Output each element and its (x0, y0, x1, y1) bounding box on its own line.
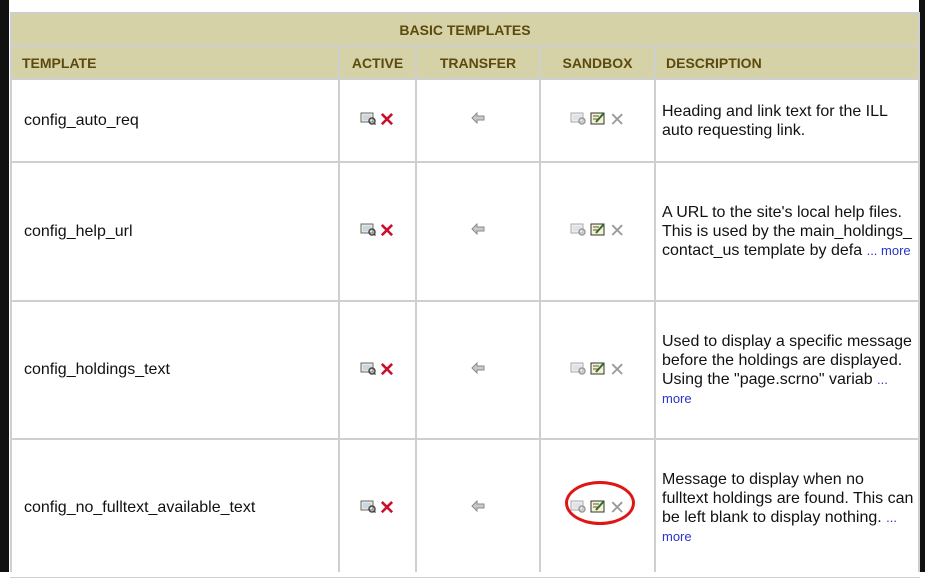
template-name: config_auto_req (10, 78, 340, 163)
header-sandbox: SANDBOX (539, 45, 656, 80)
description-text: Heading and link text for the ILL auto r… (662, 102, 888, 139)
sandbox-actions: ✕ (539, 78, 656, 163)
header-active: ACTIVE (338, 45, 417, 80)
active-actions: ✕ (338, 438, 417, 578)
edit-icon[interactable] (590, 111, 606, 130)
table-title-row: BASIC TEMPLATES (10, 12, 920, 47)
template-description: A URL to the site's local help files. Th… (654, 161, 920, 302)
sandbox-actions: ✕ (539, 161, 656, 302)
active-actions: ✕ (338, 78, 417, 163)
sandbox-actions: ✕ (539, 438, 656, 578)
preview-icon[interactable] (570, 499, 586, 518)
edit-icon[interactable] (590, 499, 606, 518)
header-description: DESCRIPTION (654, 45, 920, 80)
delete-x-icon[interactable]: ✕ (609, 498, 625, 519)
active-actions: ✕ (338, 161, 417, 302)
header-transfer: TRANSFER (415, 45, 541, 80)
left-arrow-icon[interactable] (471, 499, 485, 517)
delete-x-icon[interactable]: ✕ (379, 498, 395, 519)
transfer-cell (415, 300, 541, 440)
table-title: BASIC TEMPLATES (10, 12, 920, 47)
left-arrow-icon[interactable] (471, 361, 485, 379)
template-description: Heading and link text for the ILL auto r… (654, 78, 920, 163)
preview-icon[interactable] (570, 361, 586, 380)
transfer-cell (415, 438, 541, 578)
table-row: config_help_url ✕ ✕ A URL to the site's … (10, 161, 920, 302)
preview-icon[interactable] (360, 111, 377, 130)
delete-x-icon[interactable]: ✕ (379, 221, 395, 242)
template-description: Message to display when no fulltext hold… (654, 438, 920, 578)
table-row: config_holdings_text ✕ ✕ Used to display… (10, 300, 920, 440)
table-header-row: TEMPLATE ACTIVE TRANSFER SANDBOX DESCRIP… (10, 45, 920, 80)
description-text: Used to display a specific message befor… (662, 333, 912, 388)
left-arrow-icon[interactable] (471, 111, 485, 129)
delete-x-icon[interactable]: ✕ (379, 360, 395, 381)
sandbox-actions: ✕ (539, 300, 656, 440)
table-row: config_auto_req ✕ ✕ Heading and link tex… (10, 78, 920, 163)
more-link[interactable]: ... more (867, 243, 911, 258)
template-name: config_help_url (10, 161, 340, 302)
delete-x-icon[interactable]: ✕ (609, 221, 625, 242)
edit-icon[interactable] (590, 222, 606, 241)
templates-table: BASIC TEMPLATES TEMPLATE ACTIVE TRANSFER… (10, 12, 920, 578)
header-template: TEMPLATE (10, 45, 340, 80)
delete-x-icon[interactable]: ✕ (609, 110, 625, 131)
active-actions: ✕ (338, 300, 417, 440)
left-arrow-icon[interactable] (471, 222, 485, 240)
preview-icon[interactable] (570, 222, 586, 241)
preview-icon[interactable] (360, 222, 377, 241)
template-name: config_no_fulltext_available_text (10, 438, 340, 578)
delete-x-icon[interactable]: ✕ (379, 110, 395, 131)
template-description: Used to display a specific message befor… (654, 300, 920, 440)
description-text: Message to display when no fulltext hold… (662, 471, 914, 526)
bottom-strip (0, 572, 925, 577)
template-name: config_holdings_text (10, 300, 340, 440)
window-frame: BASIC TEMPLATES TEMPLATE ACTIVE TRANSFER… (0, 0, 925, 578)
table-row: config_no_fulltext_available_text ✕ ✕ Me… (10, 438, 920, 578)
edit-icon[interactable] (590, 361, 606, 380)
preview-icon[interactable] (360, 499, 377, 518)
left-border (0, 0, 9, 577)
transfer-cell (415, 78, 541, 163)
transfer-cell (415, 161, 541, 302)
preview-icon[interactable] (570, 111, 586, 130)
preview-icon[interactable] (360, 361, 377, 380)
delete-x-icon[interactable]: ✕ (609, 360, 625, 381)
